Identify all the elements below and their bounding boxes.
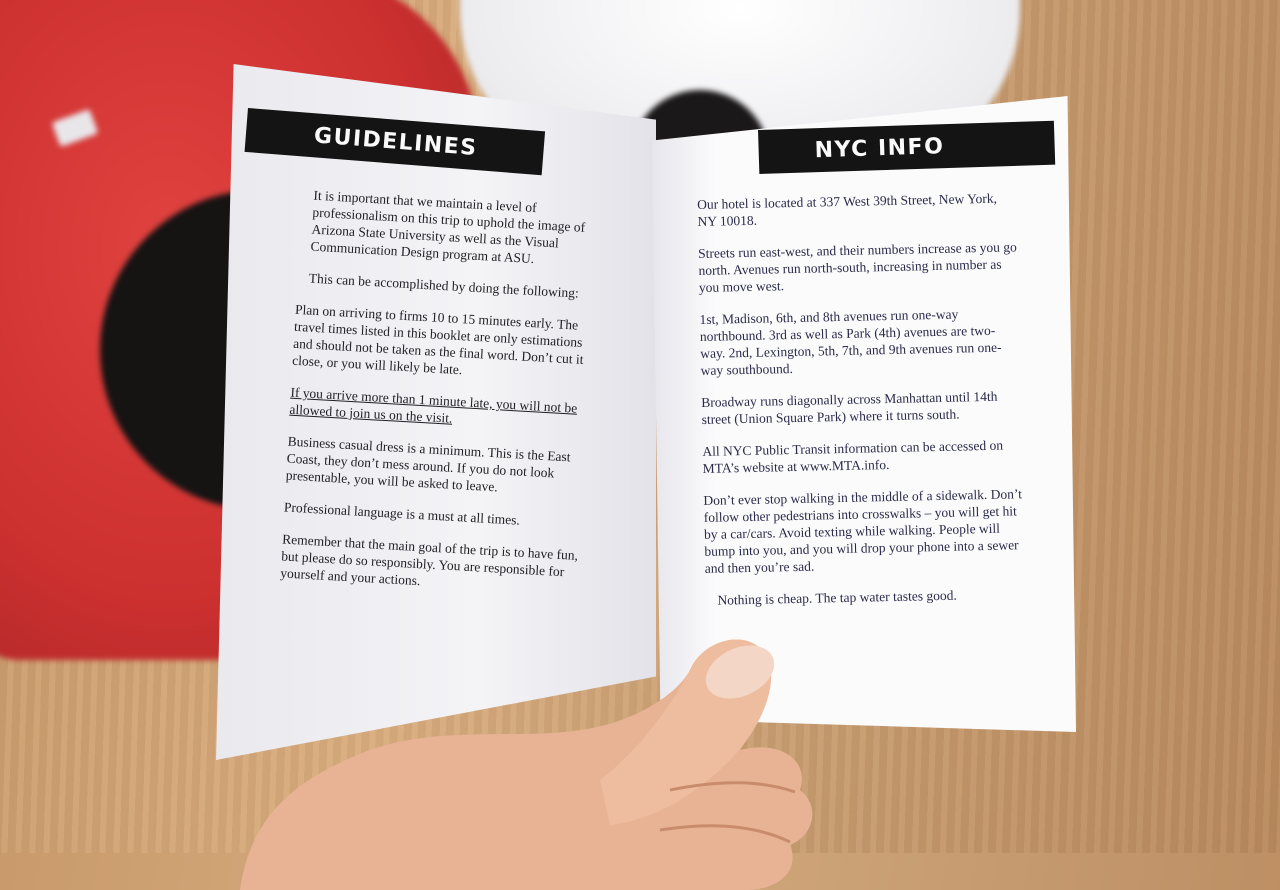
guidelines-heading-text: GUIDELINES (313, 122, 479, 161)
nyc-info-paragraph: Our hotel is located at 337 West 39th St… (697, 190, 998, 229)
nyc-info-paragraph: Don’t ever stop walking in the middle of… (703, 486, 1023, 576)
nyc-info-text: Our hotel is located at 337 West 39th St… (697, 189, 1026, 624)
nyc-info-paragraph: Broadway runs diagonally across Manhatta… (701, 388, 998, 427)
nyc-info-paragraph: Streets run east-west, and their numbers… (698, 239, 1017, 295)
guidelines-paragraph: Professional language is a must at all t… (283, 499, 521, 528)
nyc-info-paragraph: All NYC Public Transit information can b… (702, 437, 1004, 476)
nyc-info-heading-text: NYC INFO (814, 133, 945, 163)
hand-holding-booklet (240, 639, 813, 890)
guidelines-paragraph: Business casual dress is a minimum. This… (285, 433, 571, 495)
guidelines-paragraph: This can be accomplished by doing the fo… (308, 270, 580, 301)
late-arrival-warning: If you arrive more than 1 minute late, y… (289, 384, 578, 426)
nyc-info-heading: NYC INFO (758, 120, 1056, 174)
guidelines-paragraph: Remember that the main goal of the trip … (279, 531, 579, 589)
guidelines-paragraph: Plan on arriving to firms 10 to 15 minut… (291, 301, 584, 378)
nyc-info-paragraph: 1st, Madison, 6th, and 8th avenues run o… (699, 306, 1002, 378)
guidelines-text: It is important that we maintain a level… (279, 186, 601, 613)
nyc-info-paragraph: Nothing is cheap. The tap water tastes g… (717, 587, 957, 608)
